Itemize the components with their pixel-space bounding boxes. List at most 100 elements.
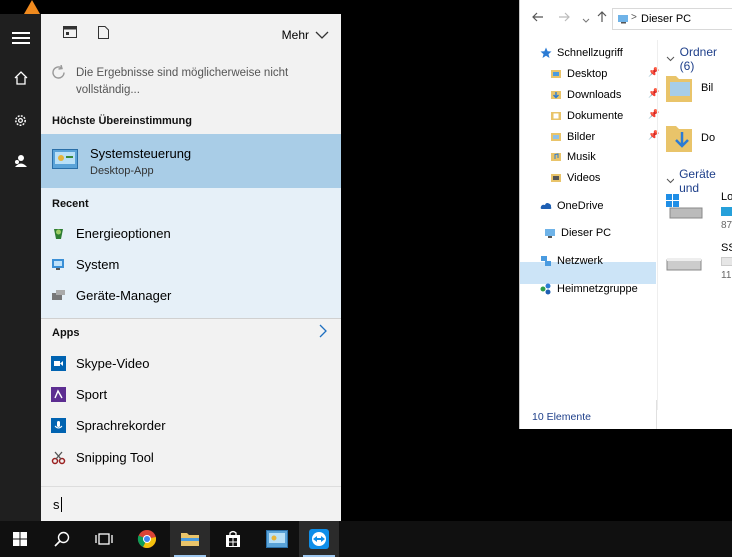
forward-arrow-icon[interactable] (558, 12, 570, 25)
chrome-icon[interactable] (127, 521, 167, 557)
computer-icon (617, 14, 631, 27)
incomplete-results-notice: Die Ergebnisse sind möglicherweise nicht… (41, 60, 341, 104)
search-panel: Mehr Die Ergebnisse sind möglicherweise … (41, 14, 341, 521)
file-explorer-window: > Dieser PC Schnellzugriff Desktop 📌 Dow… (519, 0, 732, 429)
homegroup-icon (540, 283, 551, 295)
chevron-down-icon (315, 31, 329, 39)
nav-item-this-pc[interactable]: Dieser PC (544, 223, 611, 243)
home-icon[interactable] (0, 58, 41, 98)
nav-item-homegroup[interactable]: Heimnetzgruppe (540, 279, 638, 299)
app-item-label: Snipping Tool (76, 450, 154, 465)
notice-text: Die Ergebnisse sind möglicherweise nicht… (76, 67, 289, 96)
nav-item-network[interactable]: Netzwerk (540, 251, 603, 271)
recent-header: Recent (52, 198, 89, 210)
chevron-down-icon (666, 178, 675, 184)
app-item-label: Skype-Video (76, 356, 150, 371)
app-item-sprachrekorder[interactable]: Sprachrekorder (41, 410, 341, 440)
drive-item-local[interactable]: Lo 87 (664, 190, 732, 231)
recent-item-geraete-manager[interactable]: Geräte-Manager (41, 280, 341, 310)
search-icon[interactable] (42, 521, 82, 557)
store-icon[interactable] (213, 521, 253, 557)
pictures-folder-icon (666, 76, 692, 102)
documents-filter-icon[interactable] (98, 26, 109, 42)
vlc-icon[interactable] (24, 0, 40, 14)
search-filter-bar: Mehr (41, 14, 341, 58)
nav-item-desktop[interactable]: Desktop (550, 64, 607, 84)
more-label: Mehr (281, 28, 309, 42)
nav-item-music[interactable]: Musik (550, 147, 596, 167)
refresh-icon (51, 64, 66, 86)
best-match-subtitle: Desktop-App (90, 165, 154, 177)
desktop: Mehr Die Ergebnisse sind möglicherweise … (0, 0, 732, 557)
nav-label: Videos (567, 172, 601, 184)
documents-folder-icon (551, 112, 561, 120)
nav-item-onedrive[interactable]: OneDrive (540, 196, 603, 216)
app-item-snipping-tool[interactable]: Snipping Tool (41, 442, 341, 472)
more-filter-button[interactable]: Mehr (282, 28, 329, 42)
app-item-skype-video[interactable]: Skype-Video (41, 348, 341, 378)
drive-name: Lo (721, 191, 732, 203)
nav-label: Downloads (567, 89, 622, 101)
apps-filter-icon[interactable] (63, 26, 77, 41)
address-toolbar: > Dieser PC (520, 6, 732, 32)
up-arrow-icon[interactable] (597, 11, 607, 26)
windows-start-icon[interactable] (0, 521, 40, 557)
nav-label: OneDrive (557, 200, 604, 212)
folder-item-pictures[interactable]: Bil (664, 68, 732, 108)
chevron-down-icon (666, 56, 675, 62)
nav-label: Heimnetzgruppe (557, 283, 638, 295)
breadcrumb-separator-icon: > (631, 12, 637, 23)
drive-item-ssd[interactable]: SS 11 (664, 242, 732, 282)
nav-item-pictures[interactable]: Bilder (550, 127, 595, 147)
nav-label: Bilder (567, 131, 596, 143)
chevron-right-icon[interactable] (319, 324, 327, 341)
best-match-title: Systemsteuerung (90, 146, 192, 161)
address-bar[interactable]: > Dieser PC (612, 8, 732, 30)
navigation-pane: Schnellzugriff Desktop 📌 Downloads 📌 Dok… (520, 40, 659, 410)
recent-item-label: Geräte-Manager (76, 288, 172, 303)
control-panel-icon[interactable] (257, 521, 297, 557)
desktop-folder-icon (551, 70, 561, 78)
content-pane: Ordner (6) Bil Do Geräte und Lo 87 S 11 (657, 40, 732, 410)
control-panel-icon (52, 149, 78, 169)
downloads-folder-icon (666, 126, 692, 152)
skype-video-icon (51, 356, 66, 371)
settings-icon[interactable] (0, 100, 41, 140)
folder-label: Do (701, 132, 716, 144)
power-options-icon (51, 226, 66, 241)
downloads-folder-icon (551, 91, 561, 99)
recent-item-system[interactable]: System (41, 249, 341, 279)
nav-item-videos[interactable]: Videos (550, 168, 600, 188)
best-match-header: Höchste Übereinstimmung (52, 115, 192, 127)
hard-drive-icon (666, 258, 702, 271)
section-divider (41, 318, 341, 319)
nav-item-documents[interactable]: Dokumente (550, 106, 623, 126)
nav-label: Desktop (567, 68, 608, 80)
text-caret (60, 497, 62, 512)
nav-item-downloads[interactable]: Downloads (550, 85, 621, 105)
back-arrow-icon[interactable] (532, 12, 544, 25)
best-match-item[interactable]: Systemsteuerung Desktop-App (41, 134, 341, 188)
hamburger-icon[interactable] (0, 18, 41, 58)
recent-item-label: System (76, 257, 120, 272)
search-input[interactable]: s (41, 486, 341, 521)
windows-drive-icon (666, 194, 703, 219)
nav-label: Dokumente (567, 110, 624, 122)
start-rail (0, 14, 41, 521)
nav-item-quick-access[interactable]: Schnellzugriff (540, 43, 623, 63)
taskbar (0, 521, 732, 557)
drive-usage-bar (721, 207, 732, 216)
chevron-down-icon[interactable] (582, 14, 590, 26)
system-icon (51, 257, 66, 272)
teamviewer-icon[interactable] (299, 521, 339, 557)
user-icon[interactable] (0, 140, 41, 180)
apps-header: Apps (52, 327, 80, 339)
task-view-icon[interactable] (84, 521, 124, 557)
folder-item-documents[interactable]: Do (664, 118, 732, 158)
computer-icon (545, 229, 555, 238)
file-explorer-icon[interactable] (170, 521, 210, 557)
recent-item-energieoptionen[interactable]: Energieoptionen (41, 218, 341, 248)
pictures-folder-icon (551, 133, 561, 141)
app-item-sport[interactable]: Sport (41, 379, 341, 409)
network-icon (541, 256, 551, 266)
